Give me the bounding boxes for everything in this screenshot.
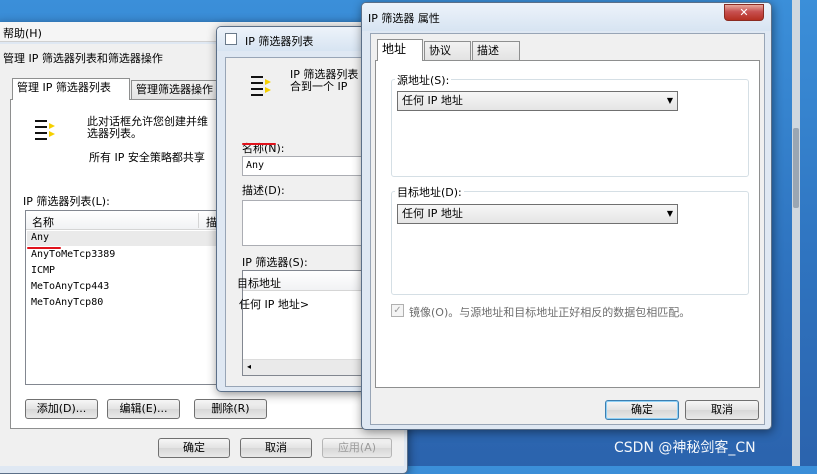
list-item[interactable]: ICMP (31, 265, 55, 276)
properties-titlebar: IP 筛选器 属性 ✕ (362, 3, 771, 31)
intro-text-2: 选器列表。 (87, 127, 142, 140)
address-page: 源地址(S): 任何 IP 地址 ▼ 目标地址(D): 任何 IP 地址 ▼ ✓… (375, 60, 760, 388)
delete-filter-button[interactable]: 删除(R) (194, 399, 267, 419)
column-name[interactable]: 名称 (32, 214, 54, 230)
close-button[interactable]: ✕ (724, 4, 764, 21)
chevron-down-icon: ▼ (666, 209, 673, 218)
destination-address-label: 目标地址(D): (395, 184, 464, 200)
chevron-down-icon: ▼ (666, 96, 673, 105)
tab-manage-filter-lists[interactable]: 管理 IP 筛选器列表 (12, 78, 130, 100)
edit-filter-button[interactable]: 编辑(E)... (107, 399, 180, 419)
properties-client: 地址 协议 描述 源地址(S): 任何 IP 地址 ▼ 目标地址(D): 任何 … (370, 33, 765, 425)
tab-address[interactable]: 地址 (377, 39, 423, 61)
filter-list-label: IP 筛选器列表(L): (23, 195, 110, 208)
annotation-underline-any (27, 247, 61, 249)
list-item[interactable]: MeToAnyTcp443 (31, 281, 109, 292)
properties-ok-button[interactable]: 确定 (605, 400, 679, 420)
properties-window-title: IP 筛选器 属性 (368, 12, 440, 25)
description-label: 描述(D): (242, 184, 285, 197)
menu-help[interactable]: 帮助(H) (3, 25, 42, 41)
name-input[interactable]: Any (242, 156, 365, 176)
filter-list-window-title: IP 筛选器列表 (245, 35, 314, 48)
tab-manage-filter-actions[interactable]: 管理筛选器操作 (131, 80, 223, 100)
destination-address-select[interactable]: 任何 IP 地址 ▼ (397, 204, 678, 224)
filters-list-row[interactable]: 任何 IP 地址> (239, 296, 309, 312)
filter-list-intro-2: 合到一个 IP (290, 80, 348, 93)
watermark: CSDN @神秘剑客_CN (614, 440, 756, 456)
list-item-any[interactable]: Any (27, 231, 217, 246)
annotation-underline-name (242, 143, 276, 145)
filter-list-window: IP 筛选器列表 IP 筛选器列表 合到一个 IP 名称(N): Any 描述(… (216, 26, 366, 392)
add-filter-button[interactable]: 添加(D)... (25, 399, 98, 419)
filters-label: IP 筛选器(S): (242, 256, 308, 269)
filter-list-client: IP 筛选器列表 合到一个 IP 名称(N): Any 描述(D): IP 筛选… (225, 57, 365, 387)
source-address-select[interactable]: 任何 IP 地址 ▼ (397, 91, 678, 111)
intro-text-3: 所有 IP 安全策略都共享 (89, 151, 205, 164)
description-input[interactable] (242, 200, 365, 246)
cancel-button[interactable]: 取消 (240, 438, 312, 458)
filters-list-header: 目标地址 (237, 271, 365, 291)
tab-protocol[interactable]: 协议 (424, 41, 471, 61)
horizontal-scrollbar[interactable]: ◂ (243, 359, 365, 375)
properties-cancel-button[interactable]: 取消 (685, 400, 759, 420)
mirror-checkbox[interactable]: ✓ (391, 304, 404, 317)
filter-list-icon (35, 118, 55, 142)
list-item[interactable]: MeToAnyTcp80 (31, 297, 103, 308)
window-icon (225, 33, 237, 45)
filter-properties-window: IP 筛选器 属性 ✕ 地址 协议 描述 源地址(S): 任何 IP 地址 ▼ … (361, 2, 772, 430)
filters-list[interactable]: 目标地址 任何 IP 地址> ◂ (237, 270, 365, 376)
ok-button[interactable]: 确定 (158, 438, 230, 458)
mirror-label: 镜像(O)。与源地址和目标地址正好相反的数据包相匹配。 (409, 306, 691, 319)
filter-list-titlebar: IP 筛选器列表 (217, 27, 365, 51)
tab-description[interactable]: 描述 (472, 41, 520, 61)
column-destination[interactable]: 目标地址 (237, 275, 281, 291)
scroll-left-icon[interactable]: ◂ (247, 362, 251, 371)
close-icon: ✕ (739, 6, 749, 19)
apply-button[interactable]: 应用(A) (322, 438, 392, 458)
list-item[interactable]: AnyToMeTcp3389 (31, 249, 115, 260)
background-scrollbar[interactable] (792, 0, 800, 466)
filter-list-icon (251, 74, 271, 98)
source-address-label: 源地址(S): (395, 72, 452, 88)
